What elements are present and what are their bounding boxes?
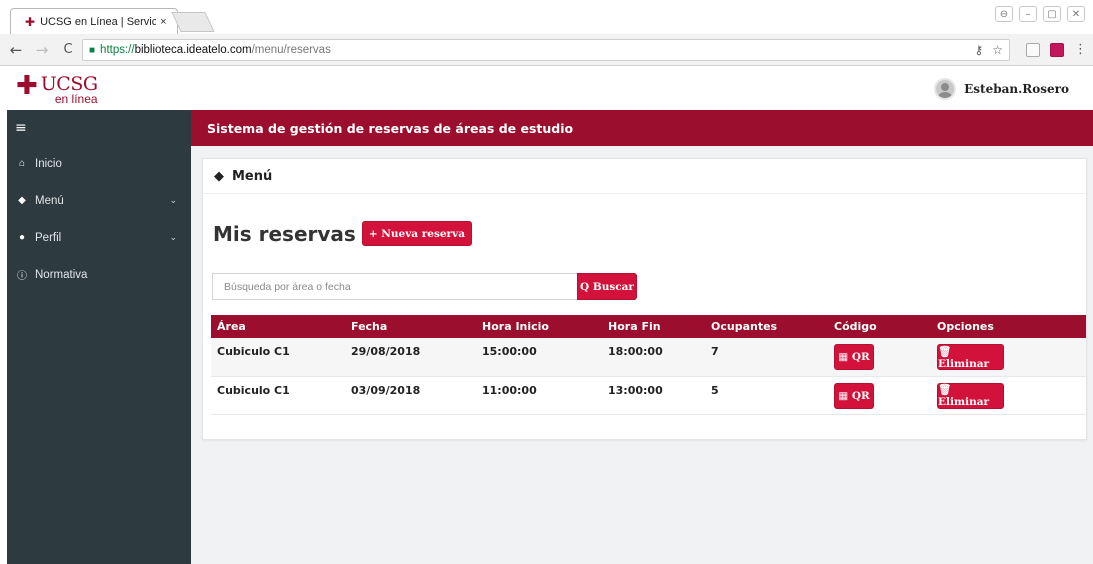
ucsg-favicon-icon: ✚ [25, 14, 36, 29]
app-header: ✚ UCSG en línea Esteban.Rosero [0, 66, 1093, 110]
cell-area: Cubiculo C1 [211, 338, 345, 377]
user-menu[interactable]: Esteban.Rosero [934, 78, 1069, 100]
delete-button[interactable]: 🗑 Eliminar [937, 344, 1004, 370]
sidebar-item-label: Normativa [35, 268, 88, 281]
panel-header: ◆ Menú [203, 159, 1086, 194]
delete-button[interactable]: 🗑 Eliminar [937, 382, 1004, 409]
graduation-cap-icon: ◆ [18, 195, 26, 206]
cell-fecha: 29/08/2018 [345, 338, 476, 377]
url-scheme: https:// [100, 44, 135, 56]
forward-button[interactable]: → [32, 41, 52, 59]
cell-hora-fin: 13:00:00 [602, 376, 705, 415]
browser-toolbar: ← → C ■ https:// biblioteca.ideatelo.com… [0, 34, 1093, 66]
search-bar: Q Buscar [212, 273, 637, 300]
hamburger-menu-icon[interactable]: ≡ [7, 110, 191, 145]
sidebar-item-normativa[interactable]: ⓘ Normativa [7, 256, 191, 293]
cell-hora-inicio: 15:00:00 [476, 338, 602, 377]
qr-button[interactable]: ▦ QR [834, 344, 874, 370]
system-title: Sistema de gestión de reservas de áreas … [207, 120, 574, 136]
cell-ocupantes: 7 [705, 338, 828, 377]
cell-opciones: 🗑 Eliminar [931, 376, 1086, 415]
cell-opciones: 🗑 Eliminar [931, 338, 1086, 377]
sidebar-item-label: Perfil [35, 231, 62, 244]
system-title-bar: Sistema de gestión de reservas de áreas … [191, 110, 1093, 146]
browser-tab[interactable]: ✚ UCSG en Línea | Servicios × [10, 8, 178, 34]
sidebar-item-label: Inicio [35, 157, 62, 170]
reservations-table: Área Fecha Hora Inicio Hora Fin Ocupante… [211, 315, 1086, 415]
key-icon[interactable]: ⚷ [974, 43, 983, 57]
cell-fecha: 03/09/2018 [345, 376, 476, 415]
lock-icon: ■ [89, 44, 96, 56]
column-header-area: Área [211, 315, 345, 338]
extensions-area: ⋮ [1026, 43, 1087, 57]
table-row: Cubiculo C1 03/09/2018 11:00:00 13:00:00… [211, 376, 1086, 415]
maximize-icon[interactable]: ▢ [1043, 6, 1061, 22]
cell-ocupantes: 5 [705, 376, 828, 415]
back-button[interactable]: ← [6, 41, 26, 59]
column-header-opciones: Opciones [931, 315, 1086, 338]
column-header-fecha: Fecha [345, 315, 476, 338]
ucsg-cross-icon: ✚ [16, 71, 38, 101]
sidebar-item-menu[interactable]: ◆ Menú ⌄ [7, 182, 191, 219]
sidebar-item-inicio[interactable]: ⌂ Inicio [7, 145, 191, 182]
red-extension-icon[interactable] [1050, 43, 1064, 57]
cell-codigo: ▦ QR [828, 376, 931, 415]
reload-button[interactable]: C [58, 42, 78, 57]
cell-hora-fin: 18:00:00 [602, 338, 705, 377]
sidebar-item-label: Menú [35, 194, 64, 207]
tab-title: UCSG en Línea | Servicios [40, 15, 157, 28]
search-input[interactable] [212, 273, 577, 300]
close-window-icon[interactable]: ✕ [1067, 6, 1085, 22]
column-header-ocupantes: Ocupantes [705, 315, 828, 338]
home-icon: ⌂ [18, 158, 26, 169]
browser-menu-icon[interactable]: ⋮ [1074, 43, 1087, 56]
chevron-down-icon: ⌄ [169, 232, 177, 242]
address-bar-actions: ⚷ ☆ [974, 43, 1003, 57]
bookmark-star-icon[interactable]: ☆ [992, 43, 1003, 57]
logo-main-text: UCSG [40, 73, 98, 95]
column-header-hora-fin: Hora Fin [602, 315, 705, 338]
user-profile-icon[interactable]: ⊖ [995, 6, 1013, 22]
url-host: biblioteca.ideatelo.com [134, 44, 252, 56]
avatar [934, 78, 957, 100]
info-icon: ⓘ [17, 271, 27, 282]
column-header-hora-inicio: Hora Inicio [476, 315, 602, 338]
url-path: /menu/reservas [251, 44, 331, 56]
document-extension-icon[interactable] [1026, 43, 1040, 57]
content-panel: ◆ Menú Mis reservas + Nueva reserva Q Bu… [202, 158, 1087, 440]
search-button[interactable]: Q Buscar [577, 273, 637, 300]
cell-codigo: ▦ QR [828, 338, 931, 377]
sidebar-item-perfil[interactable]: ● Perfil ⌄ [7, 219, 191, 256]
tab-close-icon[interactable]: × [160, 16, 166, 28]
graduation-cap-icon: ◆ [214, 168, 224, 184]
table-header-row: Área Fecha Hora Inicio Hora Fin Ocupante… [211, 315, 1086, 338]
browser-tabstrip: ✚ UCSG en Línea | Servicios × ⊖ – ▢ ✕ [0, 0, 1093, 34]
logo-sub-text: en línea [54, 92, 98, 106]
sidebar: ≡ ⌂ Inicio ◆ Menú ⌄ ● Perfil ⌄ ⓘ Normati… [7, 110, 191, 564]
page-heading: Mis reservas + Nueva reserva [213, 221, 472, 246]
address-bar[interactable]: ■ https:// biblioteca.ideatelo.com /menu… [82, 39, 1010, 61]
panel-title: Menú [232, 168, 273, 184]
cell-hora-inicio: 11:00:00 [476, 376, 602, 415]
ucsg-logo[interactable]: ✚ UCSG en línea [16, 71, 98, 106]
user-name: Esteban.Rosero [964, 82, 1069, 96]
table-row: Cubiculo C1 29/08/2018 15:00:00 18:00:00… [211, 338, 1086, 377]
qr-button[interactable]: ▦ QR [834, 382, 874, 409]
page-title: Mis reservas [213, 221, 356, 246]
new-reservation-button[interactable]: + Nueva reserva [361, 221, 472, 246]
column-header-codigo: Código [828, 315, 931, 338]
chevron-down-icon: ⌄ [169, 195, 177, 205]
minimize-icon[interactable]: – [1019, 6, 1037, 22]
cell-area: Cubiculo C1 [211, 376, 345, 415]
window-controls: ⊖ – ▢ ✕ [995, 6, 1085, 22]
user-icon: ● [18, 232, 26, 243]
